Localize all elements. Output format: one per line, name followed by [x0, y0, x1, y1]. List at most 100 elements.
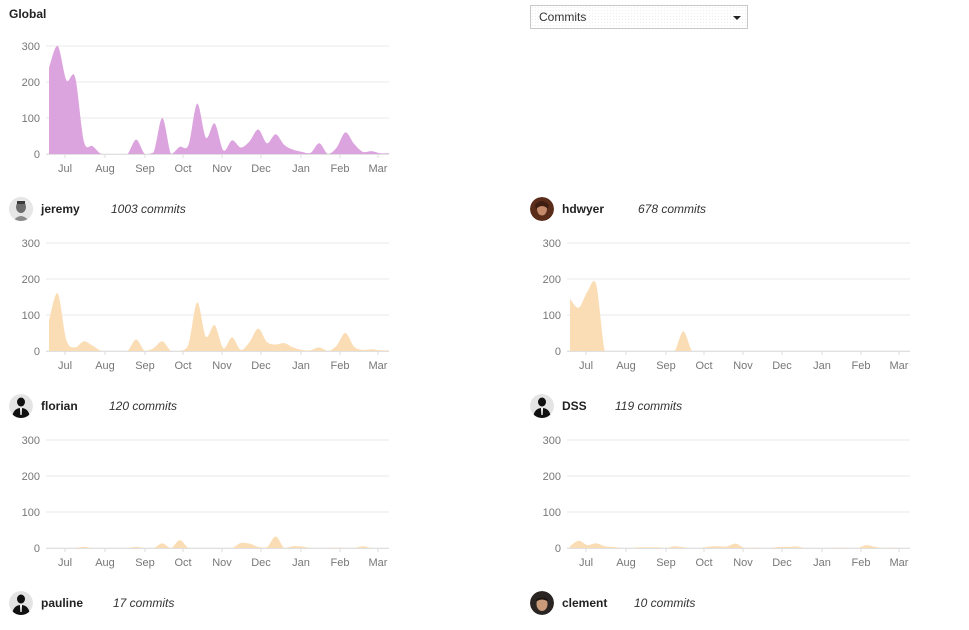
metric-select[interactable]: Commits	[530, 5, 748, 29]
x-tick-label: Sep	[135, 163, 155, 175]
y-tick-label: 200	[22, 77, 40, 89]
x-tick-label: Dec	[772, 557, 792, 569]
x-tick-label: Oct	[695, 557, 712, 569]
avatar[interactable]	[530, 394, 554, 418]
x-tick-label: Jan	[292, 163, 310, 175]
avatar[interactable]	[9, 591, 33, 615]
global-chart: 0 100 200 300 Jul Aug Sep Oct Nov Dec Jan Feb Mar	[22, 41, 389, 175]
user-name[interactable]: florian	[41, 399, 109, 413]
user-name[interactable]: pauline	[41, 596, 113, 610]
x-tick-label: Feb	[331, 557, 350, 569]
user-name[interactable]: DSS	[562, 399, 615, 413]
global-title: Global	[9, 7, 47, 21]
x-tick-label: Aug	[95, 557, 115, 569]
y-tick-label: 100	[22, 113, 40, 125]
x-tick-label: Mar	[369, 557, 388, 569]
y-tick-label: 0	[34, 346, 40, 358]
y-tick-label: 100	[543, 507, 561, 519]
hdwyer-chart: 0 100 200 300 Jul Aug Sep Oct Nov Dec Jan Feb Mar	[543, 238, 910, 372]
y-tick-label: 300	[22, 238, 40, 250]
user-commit-count: 678 commits	[638, 202, 707, 216]
user-commit-count: 119 commits	[615, 399, 683, 413]
x-tick-label: Aug	[95, 163, 115, 175]
x-tick-label: Feb	[852, 360, 871, 372]
florian-chart: 0 100 200 300 Jul Aug Sep Oct Nov Dec Jan Feb Mar	[22, 435, 389, 569]
x-tick-label: Jul	[58, 557, 72, 569]
y-tick-label: 100	[22, 507, 40, 519]
x-tick-label: Oct	[174, 163, 191, 175]
user-photo-icon	[530, 591, 554, 615]
x-tick-label: Jul	[58, 163, 72, 175]
x-tick-label: Oct	[174, 557, 191, 569]
x-tick-label: Jul	[579, 360, 593, 372]
metric-select-value: Commits	[539, 10, 587, 24]
x-tick-label: Jul	[579, 557, 593, 569]
x-tick-label: Dec	[251, 557, 271, 569]
avatar[interactable]	[9, 197, 33, 221]
x-tick-label: Feb	[331, 360, 350, 372]
y-tick-label: 300	[22, 41, 40, 53]
y-tick-label: 0	[34, 149, 40, 161]
default-user-silhouette-icon	[9, 591, 33, 615]
x-tick-label: Feb	[331, 163, 350, 175]
chevron-down-icon	[733, 16, 741, 20]
area-series	[570, 280, 910, 351]
user-commit-count: 17 commits	[113, 596, 175, 610]
x-tick-label: Jan	[813, 557, 831, 569]
default-user-silhouette-icon	[530, 394, 554, 418]
x-tick-label: Sep	[135, 557, 155, 569]
avatar[interactable]	[530, 197, 554, 221]
x-tick-label: Mar	[369, 163, 388, 175]
x-tick-label: Mar	[890, 360, 909, 372]
x-tick-label: Dec	[251, 360, 271, 372]
x-tick-label: Nov	[212, 360, 232, 372]
user-photo-icon	[530, 197, 554, 221]
avatar[interactable]	[530, 591, 554, 615]
user-commit-count: 10 commits	[634, 596, 696, 610]
x-tick-label: Nov	[733, 557, 753, 569]
x-tick-label: Aug	[616, 360, 636, 372]
user-name[interactable]: jeremy	[41, 202, 111, 216]
x-tick-label: Feb	[852, 557, 871, 569]
x-tick-label: Sep	[656, 360, 676, 372]
x-tick-label: Dec	[772, 360, 792, 372]
user-name[interactable]: clement	[562, 596, 634, 610]
x-tick-label: Jul	[58, 360, 72, 372]
area-series	[49, 293, 389, 351]
avatar[interactable]	[9, 394, 33, 418]
y-tick-label: 300	[22, 435, 40, 447]
x-tick-label: Sep	[656, 557, 676, 569]
area-series	[49, 536, 389, 548]
x-tick-label: Jan	[813, 360, 831, 372]
user-commit-count: 120 commits	[109, 399, 178, 413]
y-tick-label: 0	[34, 543, 40, 555]
user-header-clement: clement 10 commits	[530, 590, 695, 616]
area-series	[570, 540, 910, 548]
x-tick-label: Mar	[890, 557, 909, 569]
y-tick-label: 0	[555, 346, 561, 358]
x-tick-label: Oct	[695, 360, 712, 372]
dss-chart: 0 100 200 300 Jul Aug Sep Oct Nov Dec Jan Feb Mar	[543, 435, 910, 569]
user-name[interactable]: hdwyer	[562, 202, 638, 216]
area-series	[49, 45, 389, 154]
y-tick-label: 300	[543, 238, 561, 250]
y-tick-label: 200	[22, 471, 40, 483]
x-tick-label: Dec	[251, 163, 271, 175]
y-tick-label: 0	[555, 543, 561, 555]
x-tick-label: Nov	[733, 360, 753, 372]
x-tick-label: Aug	[616, 557, 636, 569]
x-tick-label: Jan	[292, 557, 310, 569]
jeremy-chart: 0 100 200 300 Jul Aug Sep Oct Nov Dec Jan Feb Mar	[22, 238, 389, 372]
x-tick-label: Nov	[212, 163, 232, 175]
user-header-jeremy: jeremy 1003 commits	[9, 196, 186, 222]
user-header-pauline: pauline 17 commits	[9, 590, 174, 616]
default-user-silhouette-icon	[9, 394, 33, 418]
y-tick-label: 300	[543, 435, 561, 447]
x-tick-label: Jan	[292, 360, 310, 372]
x-tick-label: Sep	[135, 360, 155, 372]
x-tick-label: Mar	[369, 360, 388, 372]
user-header-hdwyer: hdwyer 678 commits	[530, 196, 706, 222]
user-header-dss: DSS 119 commits	[530, 393, 682, 419]
y-tick-label: 100	[543, 310, 561, 322]
y-tick-label: 200	[543, 274, 561, 286]
